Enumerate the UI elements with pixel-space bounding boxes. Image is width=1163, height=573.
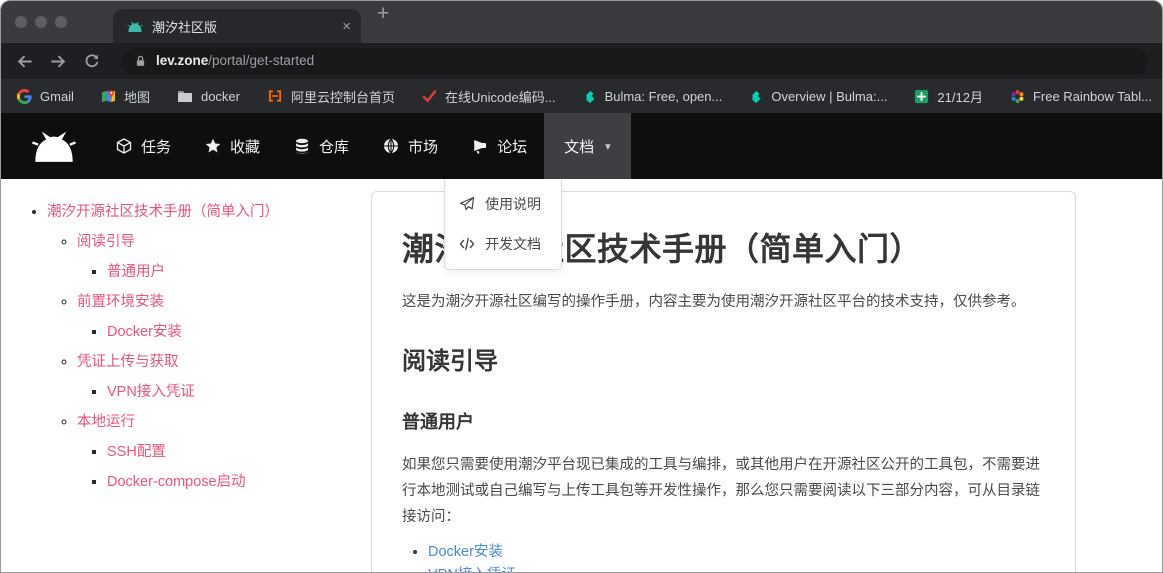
green-calendar-icon xyxy=(915,89,929,103)
article-link-list: Docker安装 VPN接入凭证 SSH配置 Docker-compose启动 xyxy=(402,542,1045,572)
tab-strip: 潮汐社区版 × + xyxy=(1,1,1162,43)
nav-item-tasks[interactable]: 任务 xyxy=(99,113,188,179)
toc-item: 本地运行 SSH配置 Docker-compose启动 xyxy=(77,412,360,493)
web-page: 任务 收藏 仓库 市场 论坛 文档 ▾ 使用说明 开发文档 • 潮汐开源社区技术… xyxy=(1,113,1162,572)
toc-item: Docker安装 xyxy=(107,322,360,343)
bookmark-bulma-free[interactable]: Bulma: Free, open... xyxy=(583,89,722,104)
star-icon xyxy=(205,138,221,153)
article-intro: 这是为潮汐开源社区编写的操作手册，内容主要为使用潮汐开源社区平台的技术支持，仅供… xyxy=(402,294,1026,310)
toc-link-manual[interactable]: 潮汐开源社区技术手册（简单入门） xyxy=(47,204,279,220)
section-heading-reading-guide: 阅读引导 xyxy=(402,348,498,375)
window-controls xyxy=(15,16,67,28)
bookmark-aliyun[interactable]: 阿里云控制台首页 xyxy=(267,87,395,106)
red-check-icon xyxy=(422,90,437,103)
address-bar[interactable]: lev.zone/portal/get-started xyxy=(121,47,1148,75)
bookmarks-bar: Gmail 地图 docker 阿里云控制台首页 在线Unicode编码... … xyxy=(1,79,1162,113)
minimize-window-button[interactable] xyxy=(35,16,47,28)
toc-item: VPN接入凭证 xyxy=(107,382,360,403)
browser-tab[interactable]: 潮汐社区版 × xyxy=(113,9,361,43)
forward-icon[interactable] xyxy=(49,52,67,70)
back-icon[interactable] xyxy=(15,52,33,70)
url-path: /portal/get-started xyxy=(208,53,315,68)
toc-link-normal-user[interactable]: 普通用户 xyxy=(107,264,165,280)
list-item: Docker安装 xyxy=(428,542,1045,562)
docs-dropdown-menu: 使用说明 开发文档 xyxy=(444,179,562,270)
tab-title: 潮汐社区版 xyxy=(152,19,218,35)
cube-icon xyxy=(116,138,132,154)
tab-close-icon[interactable]: × xyxy=(342,19,351,34)
toc-link-local-run[interactable]: 本地运行 xyxy=(77,414,135,430)
toc-link-credentials[interactable]: 凭证上传与获取 xyxy=(77,354,179,370)
bulma-icon xyxy=(752,90,761,103)
bookmark-calendar[interactable]: 21/12月 xyxy=(914,87,983,106)
nav-item-forum[interactable]: 论坛 xyxy=(455,113,544,179)
article-link-docker-install[interactable]: Docker安装 xyxy=(428,544,503,560)
google-g-icon xyxy=(17,88,32,104)
nav-item-favorites[interactable]: 收藏 xyxy=(188,113,277,179)
toc-link-ssh-config[interactable]: SSH配置 xyxy=(107,444,166,460)
toc-item: 潮汐开源社区技术手册（简单入门） 阅读引导 普通用户 前置环境安装 Docker… xyxy=(47,202,360,493)
nav-item-market[interactable]: 市场 xyxy=(366,113,455,179)
dropdown-item-devdocs[interactable]: 开发文档 xyxy=(445,224,561,264)
nav-item-docs[interactable]: 文档 ▾ xyxy=(544,113,631,179)
reload-icon[interactable] xyxy=(83,52,101,70)
toc-item: 阅读引导 普通用户 xyxy=(77,232,360,283)
toc-item: 前置环境安装 Docker安装 xyxy=(77,292,360,343)
send-icon xyxy=(459,196,475,211)
zoom-window-button[interactable] xyxy=(55,16,67,28)
bookmark-gmail[interactable]: Gmail xyxy=(17,88,74,104)
article-body: 如果您只需要使用潮汐平台现已集成的工具与编排，或其他用户在开源社区公开的工具包，… xyxy=(402,457,1040,526)
toc-link-docker-install[interactable]: Docker安装 xyxy=(107,324,182,340)
folder-icon xyxy=(177,91,192,102)
bookmark-unicode[interactable]: 在线Unicode编码... xyxy=(422,87,556,106)
dropdown-item-usage[interactable]: 使用说明 xyxy=(445,184,561,224)
toc-link-env-install[interactable]: 前置环境安装 xyxy=(77,294,164,310)
url-text: lev.zone/portal/get-started xyxy=(156,52,314,70)
close-window-button[interactable] xyxy=(15,16,27,28)
browser-toolbar: lev.zone/portal/get-started xyxy=(1,43,1162,79)
toc-link-vpn-credential[interactable]: VPN接入凭证 xyxy=(107,384,195,400)
list-item: VPN接入凭证 xyxy=(428,565,1045,572)
subsection-heading-normal-user: 普通用户 xyxy=(402,412,474,432)
url-domain: lev.zone xyxy=(156,53,209,68)
browser-window: 潮汐社区版 × + lev.zone/portal/get-started Gm… xyxy=(0,0,1163,573)
rainbow-icon xyxy=(1011,89,1024,103)
aliyun-icon xyxy=(268,90,282,102)
toc-item: 普通用户 xyxy=(107,262,360,283)
new-tab-button[interactable]: + xyxy=(377,3,389,24)
bookmark-maps[interactable]: 地图 xyxy=(101,87,150,106)
toc-item: Docker-compose启动 xyxy=(107,472,360,493)
article-link-vpn-credential[interactable]: VPN接入凭证 xyxy=(428,567,516,572)
toc-sidebar: 潮汐开源社区技术手册（简单入门） 阅读引导 普通用户 前置环境安装 Docker… xyxy=(25,193,360,502)
nav-item-repository[interactable]: 仓库 xyxy=(277,113,366,179)
bookmark-rainbow-site[interactable]: Free Rainbow Tabl... xyxy=(1010,89,1152,104)
toc-link-reading-guide[interactable]: 阅读引导 xyxy=(77,234,135,250)
bookmark-bulma-overview[interactable]: Overview | Bulma:... xyxy=(749,89,887,104)
site-header: 任务 收藏 仓库 市场 论坛 文档 ▾ xyxy=(1,113,1162,179)
megaphone-icon xyxy=(474,140,487,154)
site-logo-icon[interactable] xyxy=(31,130,77,162)
bookmark-docker-folder[interactable]: docker xyxy=(177,89,240,104)
globe-icon xyxy=(384,138,399,154)
google-maps-icon xyxy=(101,89,116,102)
site-favicon-icon xyxy=(127,21,143,32)
toc-link-docker-compose[interactable]: Docker-compose启动 xyxy=(107,474,246,490)
caret-down-icon: ▾ xyxy=(605,140,611,153)
bulma-icon xyxy=(586,90,595,103)
code-icon xyxy=(459,237,475,251)
database-icon xyxy=(296,138,309,154)
toc-item: 凭证上传与获取 VPN接入凭证 xyxy=(77,352,360,403)
lock-icon xyxy=(136,55,145,66)
toc-item: SSH配置 xyxy=(107,442,360,463)
